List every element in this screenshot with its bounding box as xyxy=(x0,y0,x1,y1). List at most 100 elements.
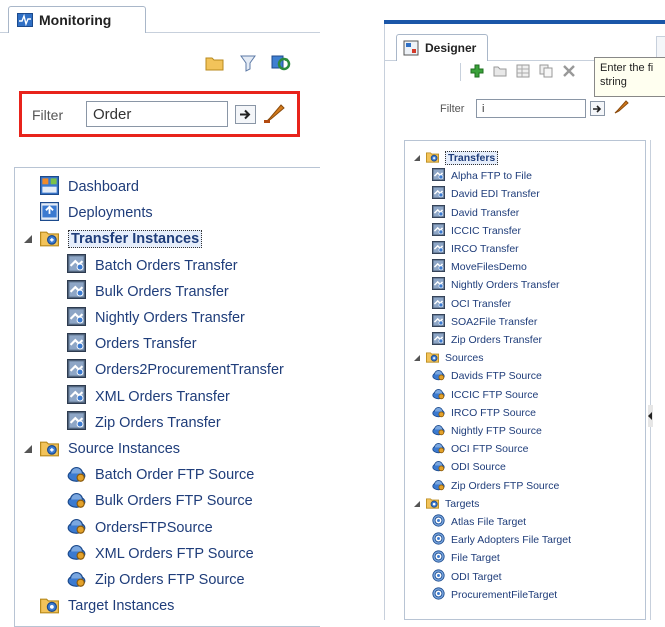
tree-folder-row[interactable]: Transfer Instances xyxy=(24,226,203,252)
tree-item-label: Zip Orders Transfer xyxy=(451,334,543,347)
source-icon xyxy=(432,387,445,403)
clear-filter-icon[interactable] xyxy=(262,100,286,131)
tab-label: Designer xyxy=(425,41,477,55)
tree-folder-row[interactable]: Deployments xyxy=(40,200,153,226)
funnel-icon[interactable] xyxy=(239,54,257,72)
tree-item-row[interactable]: ICCIC FTP Source xyxy=(432,386,538,404)
tree-item-label: OCI FTP Source xyxy=(451,443,529,456)
tree-folder-row[interactable]: Sources xyxy=(414,349,484,367)
tree-item-row[interactable]: Batch Orders Transfer xyxy=(67,253,238,279)
add-icon[interactable] xyxy=(470,64,484,83)
designer-panel: Designer Enter the fi string Filter Tran… xyxy=(384,0,665,620)
tree-item-label: Transfers xyxy=(445,151,499,166)
tree-item-row[interactable]: Zip Orders Transfer xyxy=(432,331,542,349)
tab-monitoring[interactable]: Monitoring xyxy=(8,6,146,33)
tree-folder-row[interactable]: Target Instances xyxy=(40,593,174,619)
tree-folder-row[interactable]: Transfers xyxy=(414,149,499,167)
tree-item-row[interactable]: OCI Transfer xyxy=(432,295,511,313)
collapse-splitter-handle[interactable] xyxy=(648,405,653,427)
tree-item-row[interactable]: Zip Orders FTP Source xyxy=(432,477,559,495)
target-folder-icon xyxy=(426,496,439,512)
tree-item-label: IRCO FTP Source xyxy=(451,406,536,419)
expand-triangle-icon[interactable] xyxy=(414,500,420,507)
dashboard-icon xyxy=(40,175,59,199)
tree-item-row[interactable]: Nightly Orders Transfer xyxy=(67,305,245,331)
expand-triangle-icon[interactable] xyxy=(414,355,420,362)
target-icon xyxy=(432,514,445,530)
transfer-icon xyxy=(432,259,445,275)
tree-item-label: Davids FTP Source xyxy=(451,370,542,383)
tree-item-row[interactable]: Orders Transfer xyxy=(67,331,197,357)
tree-item-row[interactable]: Davids FTP Source xyxy=(432,367,542,385)
tree-item-row[interactable]: ODI Target xyxy=(432,568,502,586)
filter-input[interactable] xyxy=(86,101,228,127)
tree-item-row[interactable]: Zip Orders FTP Source xyxy=(67,567,245,593)
tree-item-label: XML Orders Transfer xyxy=(95,388,230,405)
tree-item-label: David Transfer xyxy=(451,206,520,219)
designer-icon xyxy=(403,40,419,56)
tree-item-label: Batch Order FTP Source xyxy=(95,467,255,484)
apply-filter-button[interactable] xyxy=(235,105,256,124)
source-icon xyxy=(67,569,86,592)
folder-icon[interactable] xyxy=(205,54,225,72)
tree-item-label: OrdersFTPSource xyxy=(95,519,213,536)
tree-item-row[interactable]: Batch Order FTP Source xyxy=(67,462,254,488)
tree-item-label: Zip Orders Transfer xyxy=(95,414,221,431)
tree-folder-row[interactable]: Targets xyxy=(414,495,479,513)
transfer-icon xyxy=(432,241,445,257)
tree-item-row[interactable]: Alpha FTP to File xyxy=(432,167,532,185)
tree-item-row[interactable]: ODI Source xyxy=(432,458,506,476)
tree-folder-row[interactable]: Dashboard xyxy=(40,174,139,200)
tree-item-row[interactable]: Atlas File Target xyxy=(432,513,526,531)
tree-item-row[interactable]: David EDI Transfer xyxy=(432,185,540,203)
tree-item-row[interactable]: Nightly FTP Source xyxy=(432,422,542,440)
refresh-icon[interactable] xyxy=(271,54,291,72)
tree-item-row[interactable]: ICCIC Transfer xyxy=(432,222,521,240)
tree-item-row[interactable]: XML Orders FTP Source xyxy=(67,541,254,567)
tree-item-row[interactable]: Bulk Orders Transfer xyxy=(67,279,229,305)
tree-item-row[interactable]: XML Orders Transfer xyxy=(67,384,230,410)
target-icon xyxy=(432,569,445,585)
tree-item-row[interactable]: Nightly Orders Transfer xyxy=(432,276,560,294)
source-icon xyxy=(432,478,445,494)
expand-triangle-icon[interactable] xyxy=(24,445,32,454)
tree-item-row[interactable]: OrdersFTPSource xyxy=(67,515,213,541)
tree-item-row[interactable]: SOA2File Transfer xyxy=(432,313,537,331)
tree-folder-row[interactable]: Source Instances xyxy=(24,436,180,462)
folder-icon xyxy=(40,438,59,461)
tree-item-row[interactable]: Zip Orders Transfer xyxy=(67,410,221,436)
table-icon[interactable] xyxy=(516,64,530,83)
tree-item-row[interactable]: ProcurementFileTarget xyxy=(432,586,557,604)
transfer-icon xyxy=(67,358,86,382)
tab-label: Monitoring xyxy=(39,12,112,28)
tree-item-row[interactable]: Early Adopters File Target xyxy=(432,531,571,549)
apply-filter-button[interactable] xyxy=(590,101,605,116)
copy-icon[interactable] xyxy=(539,64,553,83)
source-icon xyxy=(67,490,86,513)
source-icon xyxy=(432,368,445,384)
tree-item-row[interactable]: OCI FTP Source xyxy=(432,440,528,458)
delete-icon[interactable] xyxy=(562,64,576,83)
tree-item-row[interactable]: David Transfer xyxy=(432,204,519,222)
tab-designer[interactable]: Designer xyxy=(396,34,488,61)
tree-item-label: Atlas File Target xyxy=(451,516,527,529)
tree-item-row[interactable]: Orders2ProcurementTransfer xyxy=(67,357,284,383)
tree-item-row[interactable]: IRCO FTP Source xyxy=(432,404,536,422)
tree-item-row[interactable]: MoveFilesDemo xyxy=(432,258,527,276)
tree-item-row[interactable]: File Target xyxy=(432,549,500,567)
tree-item-label: XML Orders FTP Source xyxy=(95,545,254,562)
source-icon xyxy=(432,423,445,439)
source-icon xyxy=(67,542,86,565)
tree-item-row[interactable]: Bulk Orders FTP Source xyxy=(67,488,253,514)
folder-icon[interactable] xyxy=(493,64,507,83)
expand-triangle-icon[interactable] xyxy=(24,235,32,244)
tree-item-label: Sources xyxy=(445,352,484,365)
expand-triangle-icon[interactable] xyxy=(414,155,420,162)
folder-icon xyxy=(426,150,439,166)
tree-item-label: Bulk Orders Transfer xyxy=(95,283,229,300)
target-icon xyxy=(432,587,445,603)
tree-item-row[interactable]: IRCO Transfer xyxy=(432,240,519,258)
clear-filter-icon[interactable] xyxy=(613,98,629,121)
filter-input[interactable] xyxy=(476,99,586,118)
transfer-icon xyxy=(67,385,86,408)
